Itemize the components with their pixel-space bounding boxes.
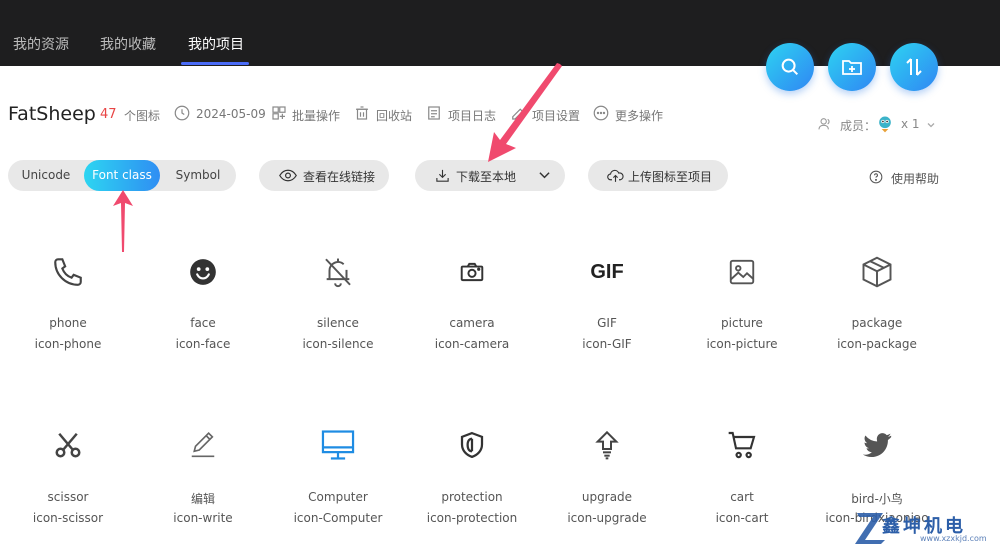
- icon-class: icon-protection: [426, 511, 518, 525]
- log-icon: [428, 106, 440, 120]
- search-icon: [781, 58, 799, 76]
- icon-class: icon-camera: [434, 337, 510, 351]
- search-button[interactable]: [766, 43, 814, 91]
- icon-name: picture: [721, 316, 763, 330]
- icon-class: icon-picture: [706, 337, 778, 351]
- sort-icon: [906, 58, 922, 76]
- chevron-down-icon[interactable]: [926, 120, 936, 130]
- picture-icon: [729, 259, 755, 285]
- upload-icons-button[interactable]: 上传图标至项目: [588, 160, 728, 191]
- icon-name: package: [851, 316, 903, 330]
- annotation-arrow-down: [488, 63, 562, 162]
- face-icon: [190, 259, 216, 285]
- more-actions-link[interactable]: 更多操作: [615, 107, 663, 124]
- package-icon: [862, 256, 892, 288]
- view-online-link-button[interactable]: 查看在线链接: [259, 160, 389, 191]
- icon-name: upgrade: [581, 490, 633, 504]
- folder-add-icon: [842, 60, 862, 75]
- computer-monitor-icon: [321, 430, 355, 460]
- camera-icon: [460, 262, 484, 282]
- icon-name: protection: [441, 490, 503, 504]
- icon-name: Computer: [308, 490, 368, 504]
- view-online-link-label: 查看在线链接: [303, 170, 376, 184]
- project-title: FatSheep: [8, 103, 96, 125]
- eye-icon: [279, 169, 297, 182]
- icon-name: GIF: [597, 316, 617, 330]
- clock-icon: [174, 105, 190, 121]
- icon-name: 编辑: [190, 492, 215, 506]
- cloud-upload-icon: [607, 169, 624, 182]
- more-icon: [593, 105, 609, 121]
- members-label: 成员：: [840, 119, 877, 133]
- active-tab-indicator: [181, 62, 249, 65]
- silence-bell-icon: [325, 258, 351, 288]
- icon-class: icon-upgrade: [567, 511, 647, 525]
- annotation-arrow-up: [113, 190, 133, 252]
- icon-name: phone: [49, 316, 87, 330]
- tab-my-favorites[interactable]: 我的收藏: [100, 34, 156, 54]
- shield-icon: [460, 431, 484, 459]
- icon-class: icon-Computer: [293, 511, 383, 525]
- download-local-button[interactable]: 下载至本地: [415, 160, 565, 191]
- help-icon[interactable]: [869, 170, 883, 184]
- tab-my-projects[interactable]: 我的项目: [188, 34, 244, 54]
- download-local-label: 下载至本地: [456, 170, 517, 184]
- icon-class: icon-write: [173, 511, 233, 525]
- scissor-icon: [55, 432, 81, 458]
- icon-class: icon-scissor: [32, 511, 104, 525]
- icon-class: icon-cart: [715, 511, 769, 525]
- batch-icon: [272, 106, 286, 120]
- cart-icon: [728, 431, 756, 459]
- code-mode-switch: Unicode Font class Symbol: [8, 160, 236, 191]
- recycle-bin-link[interactable]: 回收站: [376, 107, 412, 124]
- upgrade-arrow-icon: [595, 430, 619, 460]
- dropdown-chevron-icon[interactable]: [539, 171, 550, 180]
- phone-icon: [54, 258, 82, 286]
- watermark-url: www.xzxkjd.com: [920, 534, 987, 543]
- icon-count: 47: [100, 107, 117, 122]
- icon-name: camera: [449, 316, 495, 330]
- tab-my-resources[interactable]: 我的资源: [13, 34, 69, 54]
- icon-class: icon-phone: [34, 337, 102, 351]
- icon-name: scissor: [47, 490, 89, 504]
- mode-font-class[interactable]: Font class: [84, 160, 160, 191]
- gif-icon: GIF: [590, 260, 624, 283]
- members-count: x 1: [901, 117, 920, 131]
- trash-icon: [356, 106, 368, 120]
- icon-name: silence: [317, 316, 359, 330]
- icon-name: bird-小鸟: [851, 492, 903, 506]
- download-icon: [436, 169, 449, 182]
- icon-class: icon-package: [837, 337, 917, 351]
- icon-name: cart: [730, 490, 754, 504]
- members-icon: [818, 118, 830, 130]
- member-avatar[interactable]: [875, 114, 895, 134]
- icon-name: face: [190, 316, 216, 330]
- help-link[interactable]: 使用帮助: [891, 170, 939, 187]
- mode-unicode[interactable]: Unicode: [8, 160, 84, 191]
- icon-class: icon-silence: [302, 337, 374, 351]
- edit-pencil-icon: [191, 431, 215, 458]
- add-folder-button[interactable]: [828, 43, 876, 91]
- upload-icons-label: 上传图标至项目: [628, 170, 713, 184]
- project-date: 2024-05-09: [196, 107, 266, 121]
- bird-icon: [862, 433, 892, 458]
- icon-count-unit: 个图标: [124, 109, 161, 123]
- icon-class: icon-face: [175, 337, 231, 351]
- mode-symbol[interactable]: Symbol: [160, 160, 236, 191]
- batch-operation-link[interactable]: 批量操作: [292, 107, 340, 124]
- sort-button[interactable]: [890, 43, 938, 91]
- icon-class: icon-GIF: [582, 337, 632, 351]
